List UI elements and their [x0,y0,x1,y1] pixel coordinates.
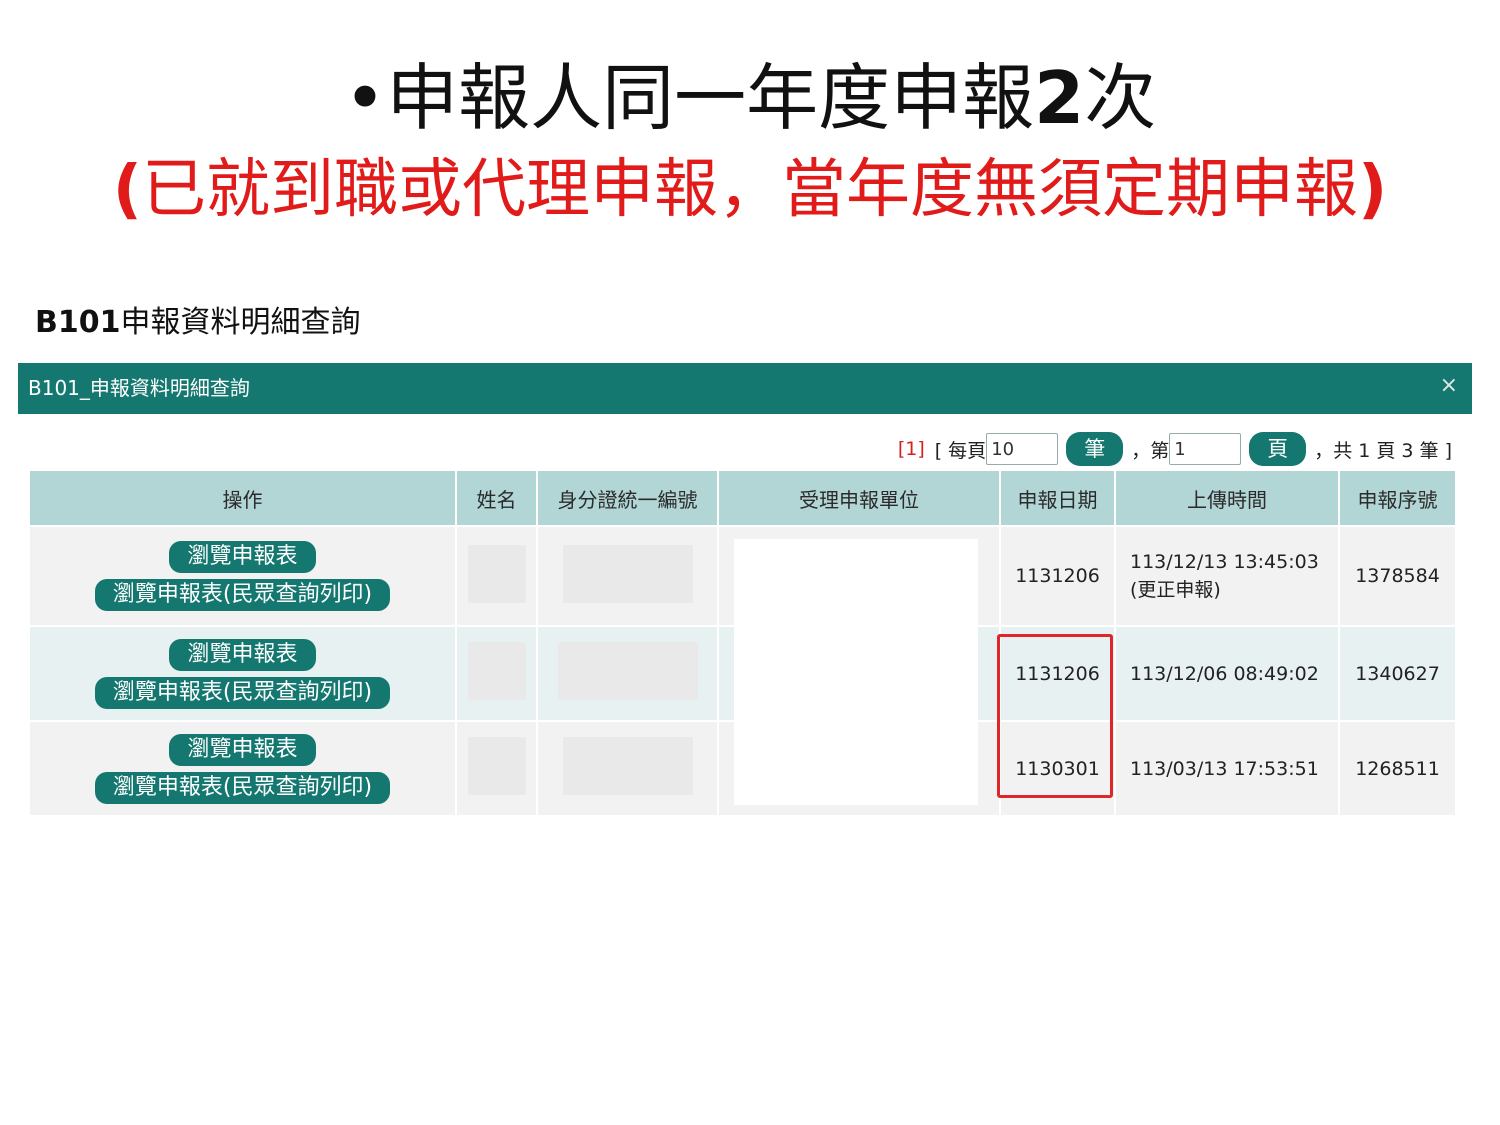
slide-subtitle: (已就到職或代理申報，當年度無須定期申報) [0,150,1500,230]
title-text-b: 次 [1084,56,1157,140]
redacted-id [562,737,693,795]
view-report-button[interactable]: 瀏覽申報表 [169,733,316,766]
col-header-upload-time: 上傳時間 [1115,471,1340,526]
redacted-unit-block [734,539,978,805]
col-header-actions: 操作 [30,471,457,526]
subtitle-open-paren: ( [112,153,142,227]
id-cell [537,625,719,721]
section-text: 申報資料明細查詢 [120,305,361,340]
table-header-row: 操作 姓名 身分證統一編號 受理申報單位 申報日期 上傳時間 申報序號 [30,471,1457,526]
actions-cell: 瀏覽申報表 瀏覽申報表(民眾查詢列印) [30,720,457,815]
close-icon[interactable]: × [1440,372,1458,400]
page-number-input[interactable] [1169,433,1242,465]
redacted-id [557,642,698,700]
date-cell: 1131206 [1000,525,1116,626]
section-label: B101申報資料明細查詢 [35,302,361,344]
page-label: ，第 [1131,439,1170,462]
name-cell [456,525,538,626]
col-header-date: 申報日期 [1000,471,1116,526]
per-page-button[interactable]: 筆 [1066,432,1124,466]
title-bullet: • [343,56,387,140]
col-header-unit: 受理申報單位 [718,471,1001,526]
col-header-name: 姓名 [456,471,538,526]
serial-cell: 1378584 [1339,525,1457,626]
redacted-name [467,642,526,700]
col-header-serial: 申報序號 [1339,471,1457,526]
subtitle-close-paren: ) [1358,153,1388,227]
serial-cell: 1268511 [1339,720,1457,815]
name-cell [456,625,538,721]
view-print-button[interactable]: 瀏覽申報表(民眾查詢列印) [94,771,391,804]
view-report-button[interactable]: 瀏覽申報表 [169,541,316,573]
upload-time-cell: 113/12/13 13:45:03 (更正申報) [1115,525,1340,626]
view-print-button[interactable]: 瀏覽申報表(民眾查詢列印) [94,579,391,611]
current-page-link[interactable]: [1] [898,438,925,460]
pager-summary: ，共 1 頁 3 筆 ] [1314,439,1452,462]
dialog-header: B101_申報資料明細查詢 × [18,363,1472,414]
upload-time-cell: 113/12/06 08:49:02 [1115,625,1340,721]
dialog-title: B101_申報資料明細查詢 [28,376,250,400]
col-header-id: 身分證統一編號 [537,471,719,526]
redacted-name [467,544,526,603]
redacted-name [467,737,526,795]
go-page-button[interactable]: 頁 [1249,432,1307,466]
id-cell [537,720,719,815]
pager: [1] [ 每頁 筆 ，第 頁 ，共 1 頁 3 筆 ] [898,429,1452,469]
upload-time-cell: 113/03/13 17:53:51 [1115,720,1340,815]
name-cell [456,720,538,815]
view-print-button[interactable]: 瀏覽申報表(民眾查詢列印) [94,676,391,709]
per-page-label: [ 每頁 [934,439,987,462]
view-report-button[interactable]: 瀏覽申報表 [169,638,316,671]
redacted-id [562,544,693,603]
slide-title: •申報人同一年度申報2次 [0,56,1500,140]
actions-cell: 瀏覽申報表 瀏覽申報表(民眾查詢列印) [30,525,457,626]
serial-cell: 1340627 [1339,625,1457,721]
subtitle-text: 已就到職或代理申報，當年度無須定期申報 [142,153,1358,227]
title-text-a: 申報人同一年度申報 [386,56,1035,140]
date-highlight-box [997,634,1113,798]
title-number: 2 [1034,56,1085,140]
query-dialog: B101_申報資料明細查詢 × [1] [ 每頁 筆 ，第 頁 ，共 1 頁 3… [18,363,1472,823]
section-code: B101 [35,305,121,340]
per-page-input[interactable] [986,433,1059,465]
id-cell [537,525,719,626]
actions-cell: 瀏覽申報表 瀏覽申報表(民眾查詢列印) [30,625,457,721]
